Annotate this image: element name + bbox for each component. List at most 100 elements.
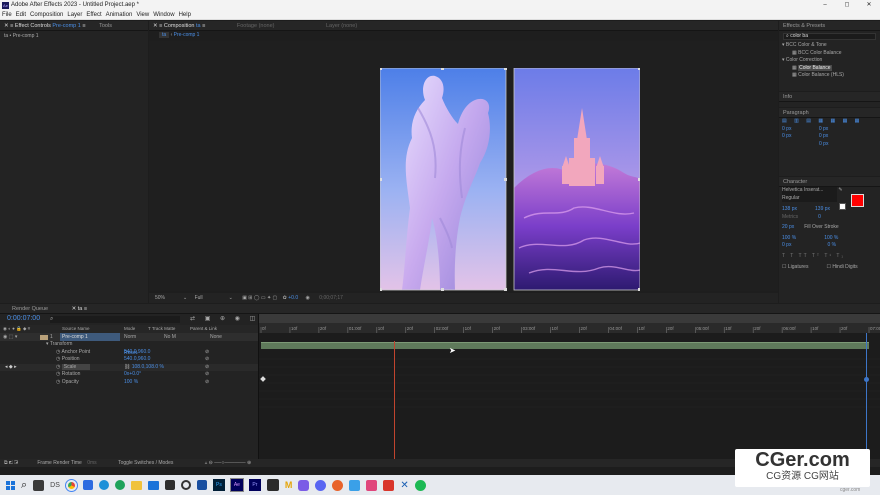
layer-duration-bar[interactable] (261, 342, 869, 349)
taskbar-ring-icon[interactable] (180, 480, 191, 490)
tracking-field[interactable]: 0 (818, 214, 821, 220)
menu-animation[interactable]: Animation (106, 12, 133, 18)
taskbar-m-icon[interactable]: M (285, 480, 293, 490)
taskbar-blue2-icon[interactable] (98, 480, 109, 490)
comp-viewer[interactable] (149, 41, 778, 291)
viewer-timecode[interactable]: 0;00;07;17 (319, 295, 343, 301)
kerning-field[interactable]: Metrics (782, 214, 798, 220)
timeline-timecode[interactable]: 0:00:07:00 (7, 315, 40, 322)
align-buttons[interactable]: ▤ ▥ ▤ ▦ ▦ ▦ ▦ (779, 118, 880, 126)
tab-composition[interactable]: ✕ ≡ Composition ta ≡ (153, 23, 205, 29)
tab-layer[interactable]: Layer (none) (326, 23, 357, 29)
space-before[interactable]: 0 px (819, 133, 828, 139)
stroke-width-field[interactable]: 20 px (782, 224, 794, 230)
taskbar-orange-icon[interactable] (332, 479, 344, 491)
photoshop-icon[interactable]: Ps (212, 479, 225, 491)
prop-opacity[interactable]: ◷ Opacity 100 % ⊘ (0, 379, 258, 387)
folder-color-correction[interactable]: ▾ Color Correction (782, 57, 880, 65)
close-button[interactable]: ✕ (858, 1, 880, 8)
stroke-color-swatch[interactable] (839, 203, 846, 210)
effects-search-input[interactable]: ⌕ color ba (783, 33, 876, 40)
folder-bcc-color-tone[interactable]: ▾ BCC Color & Tone (782, 42, 880, 50)
indent-right[interactable]: 0 px (819, 126, 828, 132)
layer-track-matte-dropdown[interactable]: No M (164, 333, 176, 341)
stroke-mode-dropdown[interactable]: Fill Over Stroke (804, 224, 838, 230)
horizontal-scale-field[interactable]: 100 % (824, 235, 838, 241)
taskbar-red-icon[interactable] (383, 479, 395, 491)
layer-mode-dropdown[interactable]: Norm (124, 333, 136, 341)
vertical-scale-field[interactable]: 100 % (782, 235, 796, 241)
exposure-value[interactable]: +0.0 (288, 295, 298, 301)
timeline-search-input[interactable]: ⌕ (50, 316, 180, 323)
snapshot-icon[interactable]: ▣ ⊞ ◯ ▭ ✦ ▢ (242, 295, 277, 301)
file-explorer-icon[interactable] (130, 480, 142, 490)
work-area-bar[interactable] (259, 314, 880, 323)
baseline-shift-field[interactable]: 0 px (782, 242, 791, 248)
after-effects-icon[interactable]: Ae (229, 478, 244, 492)
taskbar-blue-icon[interactable] (82, 480, 93, 490)
font-style-dropdown[interactable]: Regular (782, 194, 837, 202)
minimize-button[interactable]: – (814, 2, 836, 8)
font-family-dropdown[interactable]: Helvetica Inserat... (782, 187, 837, 195)
taskbar-pink-icon[interactable] (366, 479, 378, 491)
taskbar-app-1-icon[interactable] (33, 479, 45, 491)
composition-canvas[interactable] (380, 68, 640, 293)
fill-color-swatch[interactable] (851, 194, 864, 207)
effect-bcc-color-balance[interactable]: ▦ BCC Color Balance (782, 50, 880, 58)
comp-subtab-ta[interactable]: ta (159, 32, 170, 38)
prop-rotation[interactable]: ◷ Rotation 0x+0.0° ⊘ (0, 371, 258, 379)
windows-start-icon[interactable] (6, 480, 15, 490)
premiere-icon[interactable]: Pr (248, 479, 261, 491)
tab-comp-ta[interactable]: ✕ ta ≡ (72, 306, 87, 312)
menu-file[interactable]: File (2, 12, 12, 18)
leading-field[interactable]: 139 px (815, 206, 830, 212)
indent-left[interactable]: 0 px (782, 126, 791, 132)
tab-render-queue[interactable]: Render Queue (12, 306, 48, 312)
taskbar-dark-icon[interactable] (266, 479, 279, 491)
taskbar-grid-icon[interactable] (164, 480, 175, 490)
menu-window[interactable]: Window (153, 12, 174, 18)
font-size-field[interactable]: 138 px (782, 206, 797, 212)
ligatures-checkbox[interactable]: ☐ Ligatures (782, 264, 808, 270)
eyedropper-icon[interactable]: ✎ (837, 187, 842, 193)
hindi-digits-checkbox[interactable]: ☐ Hindi Digits (826, 264, 857, 270)
keyframe-end[interactable] (864, 377, 869, 382)
prop-position[interactable]: ◷ Position 540.0,960.0 ⊘ (0, 356, 258, 364)
tab-footage[interactable]: Footage (none) (237, 23, 275, 29)
effect-color-balance-hls[interactable]: ▦ Color Balance (HLS) (782, 72, 880, 80)
taskbar-lightblue-icon[interactable] (349, 479, 361, 491)
menu-edit[interactable]: Edit (16, 12, 26, 18)
effect-color-balance[interactable]: ▦ Color Balance (782, 64, 880, 73)
menu-effect[interactable]: Effect (86, 12, 101, 18)
current-time-indicator[interactable] (394, 341, 395, 467)
taskbar-x-icon[interactable]: ✕ (400, 480, 408, 491)
search-icon[interactable]: ⌕ (21, 479, 27, 492)
taskbar-shield-icon[interactable] (196, 480, 207, 490)
discord-icon[interactable] (315, 479, 327, 491)
zoom-slider[interactable]: ▵ ⊖ ──○────── ⊕ (205, 460, 251, 466)
tab-effect-controls[interactable]: ✕ ≡ Effect Controls Pre-comp 1 ≡ (4, 23, 86, 29)
toggle-switches-modes[interactable]: Toggle Switches / Modes (118, 460, 173, 466)
chrome-icon[interactable] (64, 478, 78, 492)
space-after[interactable]: 0 px (819, 141, 828, 147)
tab-tools[interactable]: Tools (99, 23, 112, 29)
prop-scale[interactable]: ◂ ◆ ▸ ◷ Scale ⛓ 108.0,108.0 % ⊘ (0, 363, 258, 371)
menu-help[interactable]: Help (179, 12, 191, 18)
camera-icon[interactable]: ◉ (306, 295, 310, 301)
prop-anchor-point[interactable]: ◷ Anchor Point 540.0,960.0 ⊘ (0, 349, 258, 357)
layer-row[interactable]: ◉ ⬚ ▾ 1 Pre-comp 1 Norm No M None (0, 333, 258, 341)
timeline-track-area[interactable]: 0f 10f 20f 01:00f 10f 20f 02:00f 10f 20f 03:00f 10… (258, 314, 880, 467)
comp-subtab-precomp[interactable]: Pre-comp 1 (174, 32, 200, 38)
spotify-icon[interactable] (414, 479, 426, 491)
layer-visibility-icon[interactable]: ◉ ⬚ ▾ (3, 333, 17, 341)
color-wheel-icon[interactable]: ✿ (283, 295, 287, 301)
taskbar-ds-icon[interactable]: DS (50, 482, 60, 489)
zoom-dropdown[interactable]: 50% (155, 293, 183, 303)
tsume-field[interactable]: 0 % (827, 242, 836, 248)
layer-name[interactable]: Pre-comp 1 (60, 333, 120, 341)
menu-layer[interactable]: Layer (67, 12, 82, 18)
mail-icon[interactable] (147, 480, 159, 490)
layer-parent-dropdown[interactable]: None (210, 333, 222, 341)
taskbar-green-icon[interactable] (114, 480, 125, 490)
menu-composition[interactable]: Composition (30, 12, 63, 18)
